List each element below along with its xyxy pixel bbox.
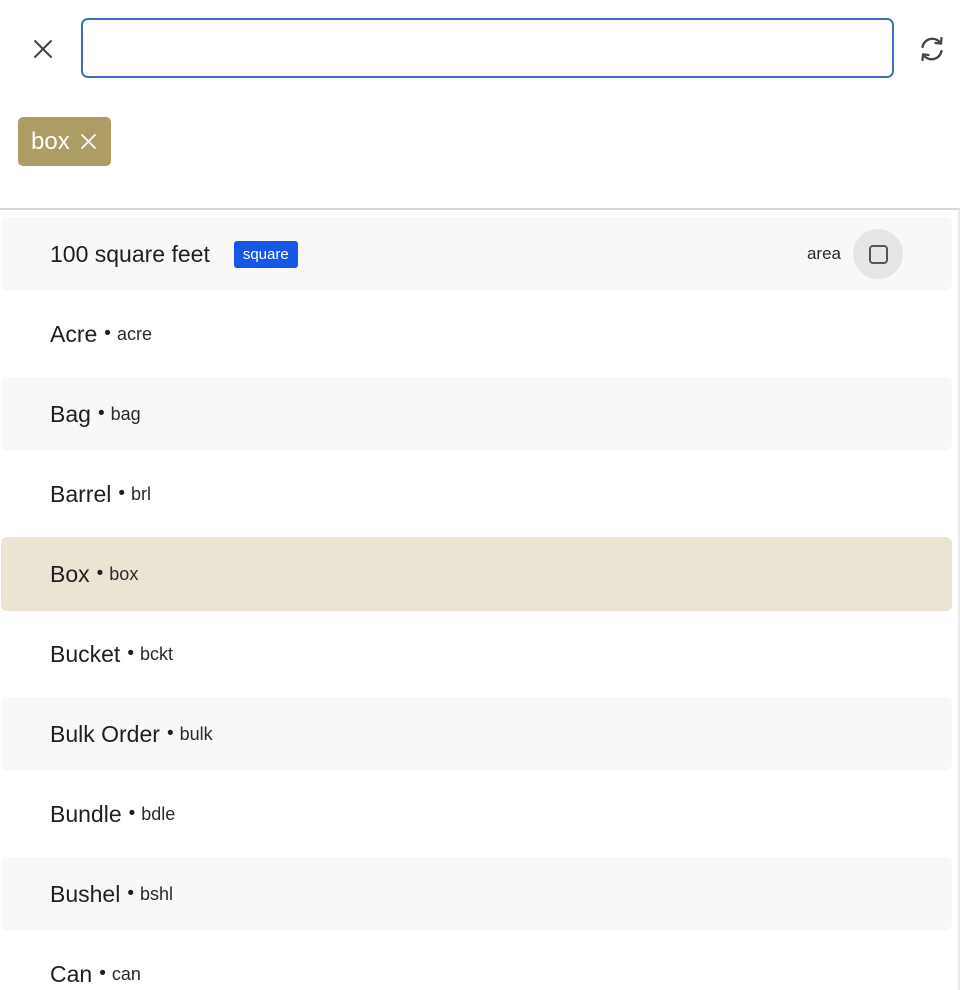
list-item-abbreviation: can — [111, 963, 141, 984]
refresh-icon — [921, 36, 943, 62]
list-item-name: Bag — [50, 400, 91, 427]
list-item-abbreviation: bdle — [141, 803, 176, 824]
refresh-button[interactable] — [912, 29, 952, 69]
close-icon — [80, 134, 96, 149]
list-item-abbreviation: box — [109, 563, 139, 584]
list-item[interactable]: Can • can — [1, 937, 952, 990]
list-item[interactable]: Barrel • brl — [1, 457, 952, 531]
list-item-abbreviation: bag — [110, 403, 141, 424]
list-item-name: Can — [50, 960, 93, 987]
list-item-name: 100 square feet — [50, 240, 210, 267]
filter-chip-label: box — [31, 127, 70, 155]
filter-chip: box — [18, 117, 111, 166]
list-item-name: Barrel — [50, 480, 112, 507]
close-icon — [34, 40, 52, 58]
list-item-name: Bulk Order — [50, 720, 160, 747]
list-item-abbreviation: brl — [131, 483, 152, 504]
unit-list: 100 square feet square area Acre • acre … — [0, 210, 960, 990]
list-item-separator: • — [99, 963, 106, 984]
list-item-name: Bushel — [50, 880, 121, 907]
list-item-separator: • — [128, 803, 136, 824]
list-item-actions: area — [807, 229, 903, 279]
list-item[interactable]: Acre • acre — [1, 297, 952, 371]
list-item-abbreviation: bckt — [139, 643, 173, 664]
list-item-name: Acre — [50, 320, 98, 347]
unit-tag-badge: square — [233, 240, 298, 268]
checkbox-icon — [868, 244, 888, 264]
filter-chip-remove-button[interactable] — [80, 133, 97, 150]
list-item[interactable]: Bushel • bshl — [1, 857, 952, 931]
list-item-separator: • — [118, 483, 126, 504]
list-item[interactable]: Bundle • bdle — [1, 777, 952, 851]
list-item-separator: • — [97, 403, 105, 424]
list-item-name: Bundle — [50, 800, 122, 827]
list-item-separator: • — [127, 643, 134, 664]
list-item-separator: • — [166, 723, 174, 744]
list-item-abbreviation: acre — [116, 323, 152, 344]
clear-search-button[interactable] — [24, 30, 62, 68]
list-item[interactable]: Bucket • bckt — [1, 617, 952, 691]
list-item-name: Box — [50, 560, 90, 587]
list-item-abbreviation: bshl — [139, 883, 174, 904]
unit-category-label: area — [806, 244, 841, 263]
list-item[interactable]: 100 square feet square area — [1, 217, 952, 291]
search-input[interactable] — [81, 18, 894, 78]
list-item-separator: • — [104, 323, 111, 344]
list-item-separator: • — [96, 563, 104, 584]
list-item-selected[interactable]: Box • box — [1, 537, 952, 611]
list-item-separator: • — [127, 883, 134, 904]
search-bar — [0, 0, 960, 100]
list-item[interactable]: Bag • bag — [1, 377, 952, 451]
list-item-abbreviation: bulk — [179, 723, 213, 744]
unit-checkbox[interactable] — [853, 229, 903, 279]
list-item-name: Bucket — [50, 640, 121, 667]
list-item[interactable]: Bulk Order • bulk — [1, 697, 952, 771]
